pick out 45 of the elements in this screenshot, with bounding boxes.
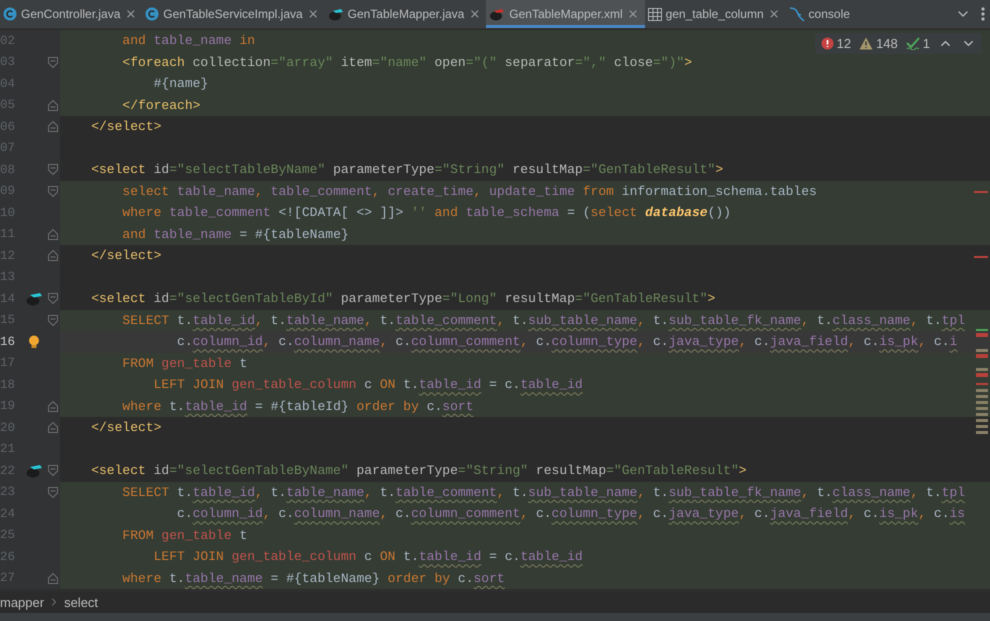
fold-marker-icon[interactable] [48,228,58,240]
class-icon [3,7,17,21]
fold-marker-icon[interactable] [48,100,58,111]
editor-tab[interactable]: console [786,0,855,28]
fold-marker-icon[interactable] [48,486,58,498]
fold-marker-icon[interactable] [48,314,58,326]
editor-tab[interactable]: GenTableMapper.java × [324,0,486,28]
warning-icon [859,37,874,50]
class-icon [145,7,160,21]
check-icon [906,37,920,50]
fold-marker-icon[interactable] [48,121,58,132]
lightbulb-icon[interactable] [28,334,40,349]
editor-tab[interactable]: gen_table_column × [644,0,786,28]
line-number: 16 [0,334,16,349]
close-button[interactable]: × [124,6,138,22]
fold-marker-icon[interactable] [48,400,58,412]
close-button[interactable]: × [626,6,640,22]
fold-marker-icon[interactable] [48,164,58,176]
bird-icon [328,7,344,21]
bird-icon [489,7,506,21]
fold-marker-icon[interactable] [48,293,58,304]
breadcrumb-item[interactable]: mapper [0,594,44,610]
fold-marker-icon[interactable] [48,572,58,584]
fold-marker-icon[interactable] [48,250,58,262]
table-icon [648,8,662,20]
bird-icon[interactable] [25,463,43,478]
close-button[interactable]: × [468,6,482,22]
dolphin-icon [788,6,805,22]
error-icon [820,37,834,50]
bird-icon[interactable] [25,291,43,306]
fold-marker-icon[interactable] [48,422,58,434]
breadcrumb-item[interactable]: select [64,594,98,610]
fold-marker-icon[interactable] [48,56,58,68]
problem-count: 12 [836,36,852,51]
editor-tab[interactable]: GenController.java × [0,0,142,28]
fold-marker-icon[interactable] [48,465,58,476]
problem-count: 1 [922,36,930,51]
editor-tab[interactable]: GenTableMapper.xml × [486,0,645,28]
close-button[interactable]: × [306,6,320,22]
inspection-widget[interactable]: 12 148 1 [814,33,982,54]
close-button[interactable]: × [768,6,781,22]
fold-marker-icon[interactable] [48,186,58,197]
more-icon [981,7,985,21]
problem-count: 148 [876,36,898,51]
editor-tab[interactable]: GenTableServiceImpl.java × [142,0,325,28]
